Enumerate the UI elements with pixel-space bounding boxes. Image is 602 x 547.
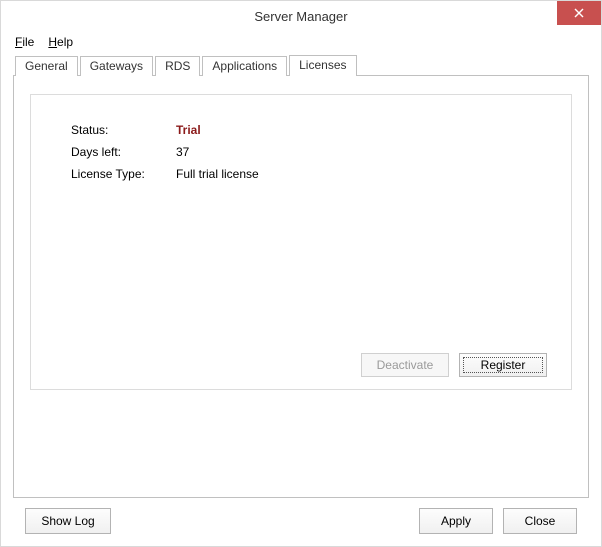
titlebar: Server Manager (1, 1, 601, 31)
client-area: General Gateways RDS Applications Licens… (1, 53, 601, 546)
menu-help[interactable]: Help (48, 35, 73, 49)
menu-file[interactable]: File (15, 35, 34, 49)
tab-licenses[interactable]: Licenses (289, 55, 356, 76)
tab-general[interactable]: General (15, 56, 78, 76)
license-type-value: Full trial license (176, 167, 259, 181)
register-button[interactable]: Register (459, 353, 547, 377)
license-buttons-row: Deactivate Register (71, 353, 547, 377)
tab-applications[interactable]: Applications (202, 56, 287, 76)
row-days-left: Days left: 37 (71, 145, 547, 167)
window-close-button[interactable] (557, 1, 601, 25)
days-left-value: 37 (176, 145, 189, 159)
row-license-type: License Type: Full trial license (71, 167, 547, 189)
status-value: Trial (176, 123, 201, 137)
row-status: Status: Trial (71, 123, 547, 145)
tab-rds[interactable]: RDS (155, 56, 200, 76)
tab-gateways[interactable]: Gateways (80, 56, 153, 76)
status-label: Status: (71, 123, 176, 137)
tabpage-licenses: Status: Trial Days left: 37 License Type… (13, 75, 589, 498)
license-info-group: Status: Trial Days left: 37 License Type… (30, 94, 572, 390)
footer-buttons: Show Log Apply Close (13, 498, 589, 534)
license-type-label: License Type: (71, 167, 176, 181)
close-button[interactable]: Close (503, 508, 577, 534)
license-info-rows: Status: Trial Days left: 37 License Type… (71, 123, 547, 349)
menubar: File Help (1, 31, 601, 53)
tabstrip: General Gateways RDS Applications Licens… (13, 53, 589, 75)
apply-button[interactable]: Apply (419, 508, 493, 534)
deactivate-button: Deactivate (361, 353, 449, 377)
server-manager-window: Server Manager File Help General Gateway… (0, 0, 602, 547)
days-left-label: Days left: (71, 145, 176, 159)
show-log-button[interactable]: Show Log (25, 508, 111, 534)
close-icon (574, 8, 584, 18)
window-title: Server Manager (1, 9, 601, 24)
